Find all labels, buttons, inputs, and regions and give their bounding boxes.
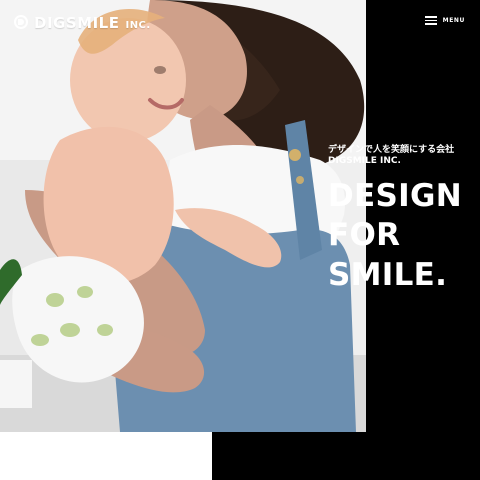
headline-line-2: FOR: [328, 217, 401, 254]
hero-photo: [0, 0, 366, 432]
tagline-jp: デザインで人を笑顔にする会社: [328, 145, 455, 155]
menu-label: MENU: [442, 17, 465, 24]
menu-button[interactable]: MENU: [424, 16, 465, 25]
hamburger-menu-icon: [424, 16, 437, 25]
circle-d-logo-icon: [14, 15, 28, 29]
brand-logo[interactable]: DIGSMILE INC.: [14, 14, 151, 32]
brand-suffix: INC.: [125, 20, 151, 31]
bottom-left-white-block: [0, 432, 212, 480]
headline-line-1: DESIGN: [328, 177, 462, 214]
hero-copy: デザインで人を笑顔にする会社 DIGSMILE INC. DESIGN FOR …: [328, 145, 474, 295]
tagline-en: DIGSMILE INC.: [328, 155, 401, 166]
brand-name: DIGSMILE: [34, 14, 120, 32]
headline-line-3: SMILE.: [328, 256, 448, 293]
hero-headline: DESIGN FOR SMILE.: [328, 177, 474, 295]
